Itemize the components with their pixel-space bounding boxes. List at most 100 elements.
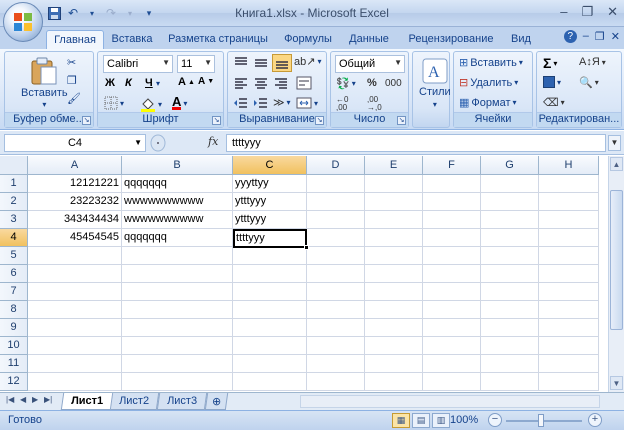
cell-f4[interactable] [423, 229, 481, 247]
cell-h3[interactable] [539, 211, 599, 229]
cell-h11[interactable] [539, 355, 599, 373]
cell-f3[interactable] [423, 211, 481, 229]
sort-filter-icon[interactable]: A↕Я ▾ [579, 56, 606, 68]
row-header-12[interactable]: 12 [0, 373, 28, 391]
align-bottom-icon[interactable] [272, 54, 292, 72]
increase-font-icon[interactable]: A ▲ [178, 76, 195, 88]
cell-d5[interactable] [307, 247, 365, 265]
cell-f12[interactable] [423, 373, 481, 391]
cell-c1[interactable]: yyyttyy [233, 175, 307, 193]
cell-b8[interactable] [122, 301, 233, 319]
insert-sheet-icon[interactable]: ⊕ [204, 393, 229, 410]
cell-e9[interactable] [365, 319, 423, 337]
cell-f10[interactable] [423, 337, 481, 355]
cell-d4[interactable] [307, 229, 365, 247]
cell-b10[interactable] [122, 337, 233, 355]
decrease-indent-icon[interactable] [233, 96, 249, 110]
normal-view-icon[interactable]: ▦ [392, 413, 410, 428]
zoom-out-icon[interactable]: − [488, 413, 502, 427]
tab-page-layout[interactable]: Разметка страницы [164, 30, 272, 49]
cell-g11[interactable] [481, 355, 539, 373]
cell-a11[interactable] [28, 355, 122, 373]
cell-c7[interactable] [233, 283, 307, 301]
cell-d8[interactable] [307, 301, 365, 319]
row-header-8[interactable]: 8 [0, 301, 28, 319]
tab-review[interactable]: Рецензирование [402, 30, 500, 49]
sheet-tab-1[interactable]: Лист1 [60, 393, 114, 410]
select-all-button[interactable] [0, 156, 28, 175]
fill-handle[interactable] [304, 245, 309, 250]
cell-b2[interactable]: wwwwwwwwww [122, 193, 233, 211]
number-launcher-icon[interactable]: ↘ [397, 116, 406, 125]
zoom-slider[interactable] [506, 420, 582, 422]
cell-h10[interactable] [539, 337, 599, 355]
cell-b4[interactable]: qqqqqqq [122, 229, 233, 247]
tab-data[interactable]: Данные [344, 30, 394, 49]
font-launcher-icon[interactable]: ↘ [212, 116, 221, 125]
vertical-scrollbar[interactable]: ▲ ▼ [608, 156, 624, 392]
cell-a6[interactable] [28, 265, 122, 283]
cell-h8[interactable] [539, 301, 599, 319]
tab-view[interactable]: Вид [506, 30, 536, 49]
cell-e10[interactable] [365, 337, 423, 355]
cell-g4[interactable] [481, 229, 539, 247]
next-sheet-icon[interactable]: ▶ [32, 395, 38, 404]
cell-e8[interactable] [365, 301, 423, 319]
row-header-11[interactable]: 11 [0, 355, 28, 373]
cell-d7[interactable] [307, 283, 365, 301]
cell-c9[interactable] [233, 319, 307, 337]
cell-e2[interactable] [365, 193, 423, 211]
cell-d1[interactable] [307, 175, 365, 193]
zoom-level[interactable]: 100% [450, 414, 478, 426]
restore-button[interactable]: ❐ [581, 4, 593, 20]
merge-center-icon[interactable]: ▾ [296, 96, 318, 110]
cell-f11[interactable] [423, 355, 481, 373]
name-box[interactable]: C4 ▼ [4, 134, 146, 152]
cell-f9[interactable] [423, 319, 481, 337]
cell-c11[interactable] [233, 355, 307, 373]
underline-dropdown-icon[interactable]: ▾ [156, 79, 160, 88]
scroll-down-icon[interactable]: ▼ [610, 376, 623, 390]
cell-a12[interactable] [28, 373, 122, 391]
number-format-combo[interactable]: Общий ▼ [335, 55, 405, 73]
cell-b9[interactable] [122, 319, 233, 337]
ribbon-restore-button[interactable]: ❐ [595, 30, 605, 43]
column-header-a[interactable]: A [28, 156, 122, 175]
page-layout-view-icon[interactable]: ▤ [412, 413, 430, 428]
cell-a1[interactable]: 12121221 [28, 175, 122, 193]
cell-h5[interactable] [539, 247, 599, 265]
cell-a2[interactable]: 23223232 [28, 193, 122, 211]
cell-h12[interactable] [539, 373, 599, 391]
column-header-b[interactable]: B [122, 156, 233, 175]
office-button[interactable] [3, 2, 43, 42]
cell-a5[interactable] [28, 247, 122, 265]
autosum-icon[interactable]: Σ ▾ [543, 55, 557, 71]
cell-g10[interactable] [481, 337, 539, 355]
row-header-2[interactable]: 2 [0, 193, 28, 211]
cell-f1[interactable] [423, 175, 481, 193]
cell-d12[interactable] [307, 373, 365, 391]
orientation-icon[interactable]: ab↗ ▾ [294, 55, 321, 68]
cell-f6[interactable] [423, 265, 481, 283]
styles-button[interactable]: A Стили ▾ [419, 58, 451, 109]
cell-g12[interactable] [481, 373, 539, 391]
cell-a4[interactable]: 45454545 [28, 229, 122, 247]
cell-g5[interactable] [481, 247, 539, 265]
row-header-7[interactable]: 7 [0, 283, 28, 301]
scroll-thumb[interactable] [610, 190, 623, 330]
insert-cells-button[interactable]: ⊞ Вставить ▾ [459, 56, 523, 70]
cell-g9[interactable] [481, 319, 539, 337]
cell-h9[interactable] [539, 319, 599, 337]
clear-icon[interactable]: ⌫ ▾ [543, 96, 565, 109]
cell-d10[interactable] [307, 337, 365, 355]
column-header-e[interactable]: E [365, 156, 423, 175]
cell-c2[interactable]: ytttyyy [233, 193, 307, 211]
formula-input[interactable]: ttttyyy [226, 134, 606, 152]
cell-e4[interactable] [365, 229, 423, 247]
wrap-text-icon[interactable] [296, 76, 312, 90]
cell-e1[interactable] [365, 175, 423, 193]
thousands-button[interactable]: 000 [385, 78, 402, 89]
find-select-icon[interactable]: 🔍 ▾ [579, 76, 599, 89]
last-sheet-icon[interactable]: ▶| [44, 395, 52, 404]
cell-e5[interactable] [365, 247, 423, 265]
